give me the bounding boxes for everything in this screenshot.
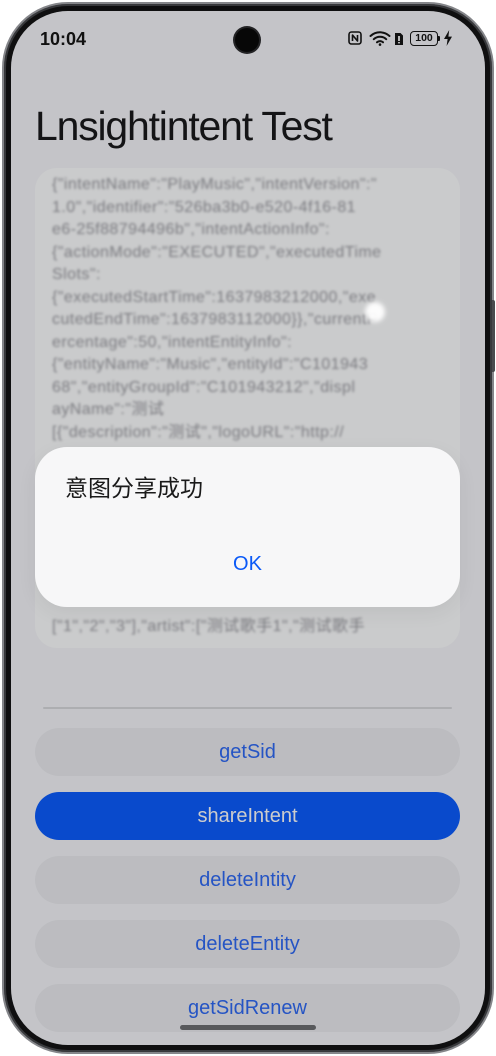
home-indicator[interactable] bbox=[180, 1025, 316, 1030]
battery-level: 100 bbox=[415, 32, 433, 44]
touch-point-indicator bbox=[365, 302, 385, 322]
status-time: 10:04 bbox=[40, 29, 87, 49]
sim-card-icon bbox=[394, 32, 404, 46]
screen: Lnsightintent Test {"intentName":"PlayMu… bbox=[11, 11, 485, 1045]
battery-icon: 100 bbox=[410, 31, 438, 46]
nfc-icon bbox=[348, 31, 362, 45]
side-volume-key bbox=[492, 300, 495, 372]
battery-terminal bbox=[438, 36, 440, 41]
dialog-message: 意图分享成功 bbox=[65, 475, 203, 501]
front-camera bbox=[235, 28, 259, 52]
share-result-dialog: 意图分享成功 OK bbox=[35, 447, 460, 607]
dialog-ok-button[interactable]: OK bbox=[51, 544, 444, 584]
charging-bolt-icon bbox=[444, 30, 452, 46]
wifi-icon bbox=[369, 30, 391, 46]
